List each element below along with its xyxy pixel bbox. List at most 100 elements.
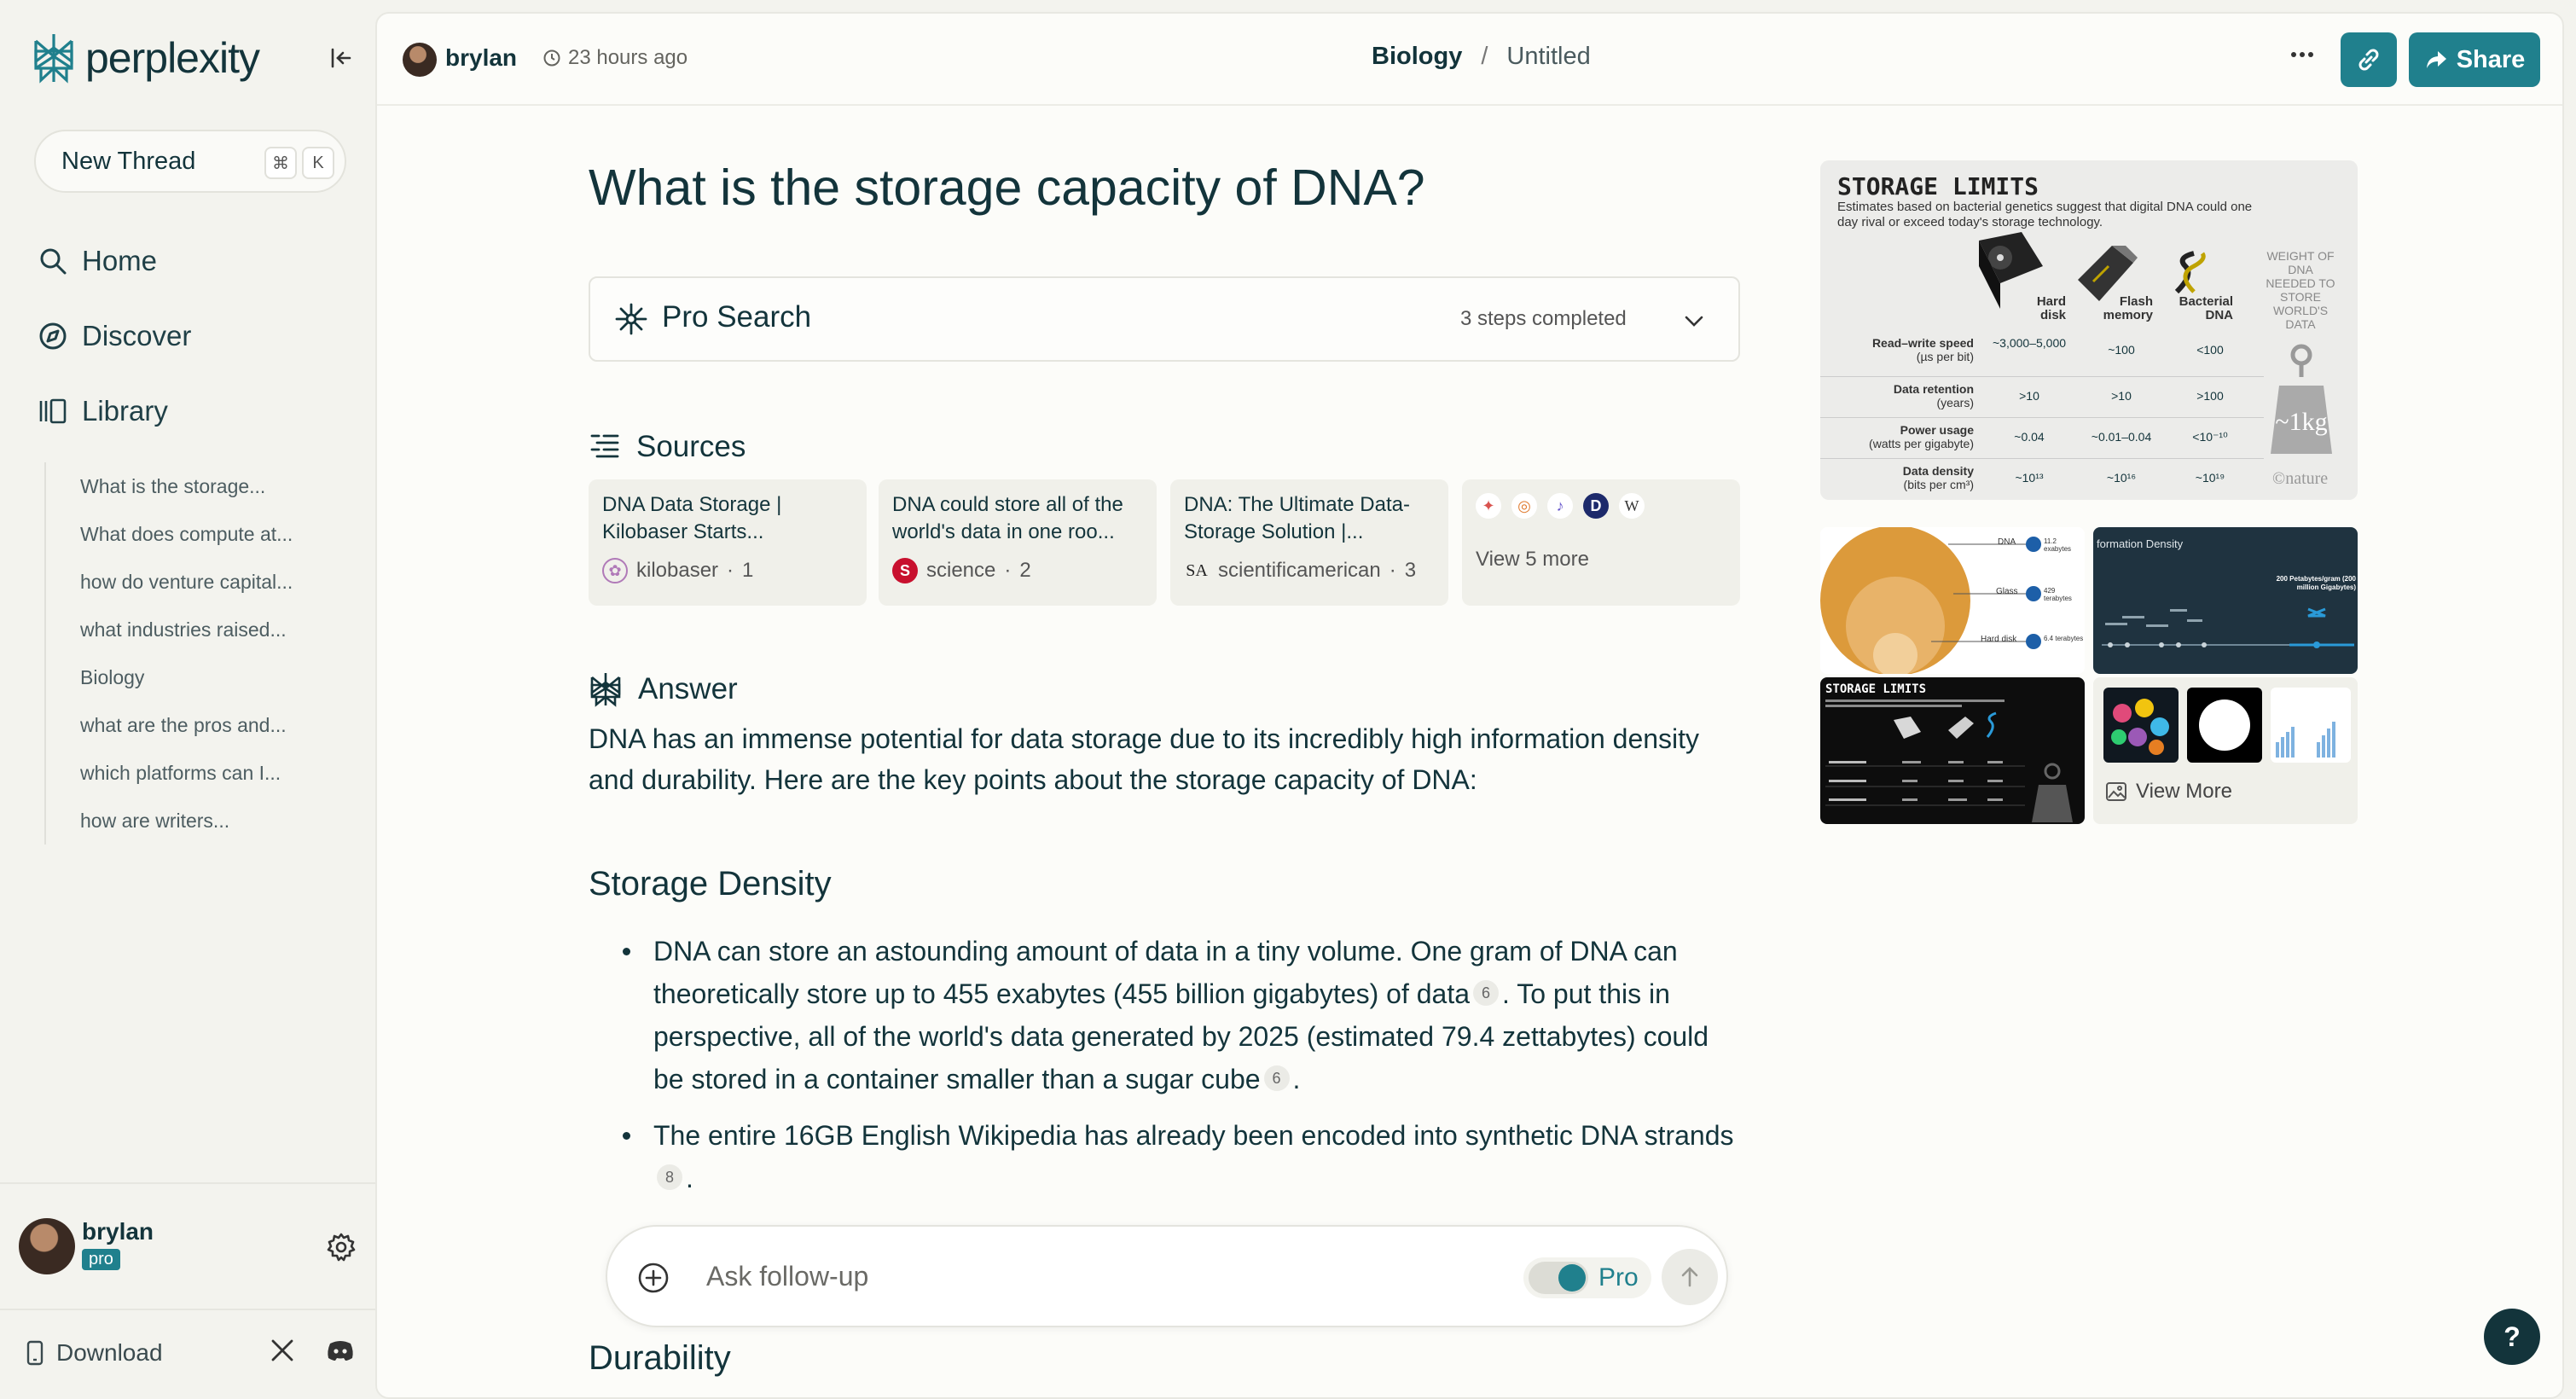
table-cell: ~100: [2108, 343, 2135, 357]
view-more-sources-card[interactable]: ✦ ◎ ♪ D W View 5 more: [1462, 479, 1740, 606]
breadcrumb-thread-title[interactable]: Untitled: [1506, 43, 1590, 71]
pro-toggle[interactable]: Pro: [1523, 1257, 1651, 1298]
arrow-up-icon: [1681, 1267, 1698, 1287]
collapse-sidebar-button[interactable]: [328, 44, 355, 72]
question-title: What is the storage capacity of DNA?: [589, 160, 1425, 216]
author-avatar[interactable]: [403, 43, 437, 77]
breadcrumb-collection[interactable]: Biology: [1372, 43, 1462, 71]
source-title: DNA: The Ultimate Data-Storage Solution …: [1184, 493, 1410, 543]
main-panel: brylan 23 hours ago Biology / Untitled S…: [375, 12, 2564, 1399]
scientificamerican-icon: SA: [1186, 560, 1208, 580]
bullet-text: The entire 16GB English Wikipedia has al…: [653, 1120, 1734, 1151]
submit-button[interactable]: [1662, 1249, 1718, 1305]
row-unit: (watts per gigabyte): [1869, 437, 1974, 450]
discord-link[interactable]: [326, 1338, 355, 1367]
sources-heading-text: Sources: [636, 430, 746, 463]
image-icon: [2106, 782, 2126, 801]
table-cell: ~10¹³: [2015, 471, 2044, 485]
view-more-images-card[interactable]: View More: [2093, 677, 2358, 824]
new-thread-label: New Thread: [61, 147, 196, 175]
sidebar-item-label: Library: [82, 395, 168, 427]
settings-button[interactable]: [326, 1232, 357, 1267]
answer-heading-text: Answer: [638, 672, 738, 705]
information-density-image[interactable]: formation Density 200 Petabytes/gram (20…: [2093, 527, 2358, 674]
favicon-icon: ♪: [1547, 493, 1573, 519]
image-thumbnails-graphic: [2103, 688, 2351, 763]
phone-icon: [26, 1340, 44, 1366]
source-separator: ·: [1389, 559, 1396, 582]
logo-text: perplexity: [85, 34, 260, 82]
weight-icon: [2267, 343, 2335, 467]
circle-value: 429 terabytes: [2044, 587, 2072, 602]
shortcut-k-key: K: [302, 147, 334, 179]
source-site: kilobaser: [636, 559, 719, 582]
source-card[interactable]: DNA Data Storage | Kilobaser Starts... ✿…: [589, 479, 867, 606]
pro-search-sparkle-icon: [615, 303, 647, 335]
x-icon: [271, 1339, 293, 1361]
library-thread-item[interactable]: how are writers...: [80, 797, 293, 845]
library-thread-item[interactable]: What is the storage...: [80, 462, 293, 510]
infographic-side-note: WEIGHT OF DNA NEEDED TO STORE WORLD'S DA…: [2266, 249, 2335, 331]
perplexity-answer-icon: [590, 673, 621, 707]
citation-badge[interactable]: 6: [1473, 980, 1500, 1006]
dark-infographic-graphic: [1825, 700, 2073, 822]
row-label: Data retention: [1893, 382, 1974, 396]
source-index: 2: [1019, 559, 1031, 582]
library-thread-item[interactable]: what industries raised...: [80, 606, 293, 653]
library-thread-item[interactable]: how do venture capital...: [80, 558, 293, 606]
view-more-images: View More: [2105, 780, 2232, 804]
avatar[interactable]: [19, 1218, 75, 1274]
follow-up-input[interactable]: [706, 1251, 1474, 1302]
perplexity-logo-icon: [34, 34, 73, 84]
pro-search-panel[interactable]: Pro Search 3 steps completed: [589, 276, 1740, 362]
source-title: DNA Data Storage | Kilobaser Starts...: [602, 493, 782, 543]
toggle-knob: [1558, 1264, 1586, 1292]
library-thread-item[interactable]: what are the pros and...: [80, 701, 293, 749]
row-label: Data density: [1902, 464, 1974, 478]
shortcut-cmd-key: ⌘: [264, 147, 297, 179]
circle-label: DNA: [1998, 537, 2016, 547]
new-thread-button[interactable]: New Thread ⌘ K: [34, 130, 346, 193]
share-button[interactable]: Share: [2409, 32, 2540, 87]
sidebar-item-library[interactable]: Library: [38, 387, 168, 435]
favicon-icon: ✦: [1476, 493, 1501, 519]
library-thread-item[interactable]: which platforms can I...: [80, 749, 293, 797]
table-row: Data retention (years) >10 >10 >100: [1820, 377, 2264, 418]
library-thread-item[interactable]: What does compute at...: [80, 510, 293, 558]
author-name[interactable]: brylan: [445, 44, 517, 72]
kilobaser-icon: ✿: [602, 558, 628, 583]
citation-badge[interactable]: 6: [1263, 1065, 1290, 1091]
source-site: scientificamerican: [1218, 559, 1381, 582]
view-more-sources-label: View 5 more: [1476, 548, 1589, 571]
pro-search-status: 3 steps completed: [1460, 307, 1627, 330]
storage-limits-infographic[interactable]: STORAGE LIMITS Estimates based on bacter…: [1820, 160, 2358, 500]
weight-label: ~1kg: [2275, 408, 2328, 436]
logo[interactable]: perplexity: [31, 31, 260, 85]
column-header: Hard disk: [2036, 294, 2066, 322]
storage-comparison-image[interactable]: DNA Glass Hard disk 11.2 exabytes 429 te…: [1820, 527, 2085, 674]
user-name[interactable]: brylan: [82, 1218, 154, 1245]
citation-badge[interactable]: 8: [657, 1164, 682, 1190]
copy-link-button[interactable]: [2341, 32, 2397, 87]
circle-value: 11.2 exabytes: [2044, 537, 2072, 553]
list-item: The entire 16GB English Wikipedia has al…: [619, 1114, 1745, 1199]
follow-up-bar: Pro: [606, 1225, 1728, 1327]
source-card[interactable]: DNA could store all of the world's data …: [879, 479, 1157, 606]
library-thread-list: What is the storage... What does compute…: [44, 462, 293, 845]
storage-limits-dark-image[interactable]: STORAGE LIMITS: [1820, 677, 2085, 824]
attach-button[interactable]: [636, 1261, 670, 1299]
table-cell: ~10¹⁶: [2106, 471, 2137, 485]
source-card[interactable]: DNA: The Ultimate Data-Storage Solution …: [1170, 479, 1448, 606]
pro-badge: pro: [82, 1249, 120, 1270]
download-link[interactable]: Download: [26, 1339, 163, 1367]
sidebar: perplexity New Thread ⌘ K Home Discover …: [0, 0, 375, 1399]
chevron-down-icon[interactable]: [1682, 311, 1706, 331]
sidebar-item-home[interactable]: Home: [38, 237, 157, 285]
sidebar-item-discover[interactable]: Discover: [38, 312, 191, 360]
x-link[interactable]: [270, 1338, 295, 1367]
help-button[interactable]: ?: [2484, 1309, 2540, 1365]
more-options-button[interactable]: [2289, 36, 2315, 78]
download-label: Download: [56, 1339, 163, 1366]
library-thread-item[interactable]: Biology: [80, 653, 293, 701]
source-title: DNA could store all of the world's data …: [892, 493, 1123, 543]
